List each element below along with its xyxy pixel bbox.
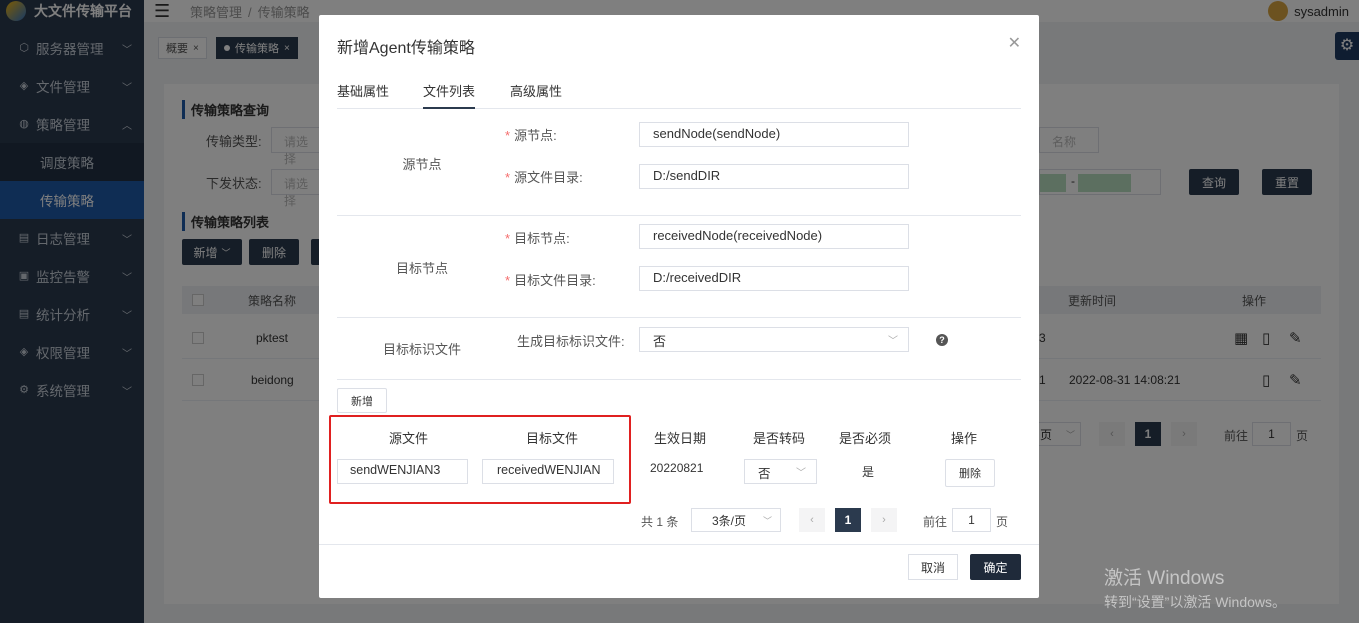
target-group: 目标节点 * 目标节点: receivedNode(receivedNode) *… bbox=[337, 216, 1021, 318]
gen-flag-label: 生成目标标识文件: bbox=[517, 334, 625, 349]
chevron-down-icon: ﹀ bbox=[796, 468, 806, 479]
goto-input[interactable]: 1 bbox=[952, 508, 991, 532]
target-node-label: * 目标节点: bbox=[505, 231, 570, 246]
dialog-title: 新增Agent传输策略 bbox=[337, 40, 475, 57]
page-size-value: 3条/页 bbox=[712, 513, 747, 528]
col-required: 是否必须 bbox=[839, 431, 892, 446]
delete-row-button[interactable]: 删除 bbox=[945, 459, 995, 487]
source-dir-input[interactable]: D:/sendDIR bbox=[639, 164, 909, 189]
source-group: 源节点 * 源节点: sendNode(sendNode) * 源文件目录: D:/… bbox=[337, 109, 1021, 216]
col-effective-date: 生效日期 bbox=[654, 431, 707, 446]
watermark-line2: 转到“设置”以激活 Windows。 bbox=[1104, 594, 1287, 610]
dialog-footer-divider bbox=[319, 544, 1039, 545]
tab-advanced[interactable]: 高级属性 bbox=[510, 81, 562, 109]
target-dir-label: * 目标文件目录: bbox=[505, 273, 596, 288]
chevron-down-icon: ﹀ bbox=[762, 515, 772, 526]
target-group-label: 目标节点 bbox=[395, 261, 448, 276]
add-policy-dialog: 新增Agent传输策略 ✕ 基础属性 文件列表 高级属性 源节点 * 源节点: s… bbox=[319, 15, 1039, 598]
target-node-select[interactable]: receivedNode(receivedNode) bbox=[639, 224, 909, 249]
effective-date: 20220821 bbox=[650, 461, 704, 475]
close-icon[interactable]: ✕ bbox=[1008, 33, 1021, 53]
highlight-annotation-box bbox=[329, 415, 631, 504]
col-ops: 操作 bbox=[951, 431, 978, 446]
goto-label: 前往 bbox=[923, 515, 948, 529]
target-dir-input[interactable]: D:/receivedDIR bbox=[639, 266, 909, 291]
page-unit: 页 bbox=[996, 515, 1009, 529]
flag-group: 目标标识文件 生成目标标识文件: 否 ﹀ ? bbox=[337, 318, 1021, 380]
page-size-select[interactable]: 3条/页 ﹀ bbox=[691, 508, 781, 532]
source-node-select[interactable]: sendNode(sendNode) bbox=[639, 122, 909, 147]
confirm-button[interactable]: 确定 bbox=[970, 554, 1021, 580]
total-count: 共 1 条 bbox=[641, 515, 679, 529]
source-dir-label: * 源文件目录: bbox=[505, 170, 583, 185]
prev-page-button[interactable]: ‹ bbox=[799, 508, 825, 532]
gen-flag-select[interactable]: 否 ﹀ bbox=[639, 327, 909, 352]
tab-basic[interactable]: 基础属性 bbox=[337, 81, 389, 109]
transcode-select[interactable]: 否 ﹀ bbox=[744, 459, 817, 484]
add-file-button[interactable]: 新增 bbox=[337, 388, 387, 413]
next-page-button[interactable]: › bbox=[871, 508, 897, 532]
tab-file-list[interactable]: 文件列表 bbox=[423, 81, 476, 109]
page-number[interactable]: 1 bbox=[835, 508, 861, 532]
dialog-tabs: 基础属性 文件列表 高级属性 bbox=[337, 81, 1021, 109]
source-group-label: 源节点 bbox=[402, 157, 442, 172]
chevron-down-icon: ﹀ bbox=[888, 336, 898, 347]
col-transcode: 是否转码 bbox=[753, 431, 806, 446]
cancel-button[interactable]: 取消 bbox=[908, 554, 958, 580]
required-value: 是 bbox=[862, 465, 875, 479]
windows-activation-watermark: 激活 Windows 转到“设置”以激活 Windows。 bbox=[1104, 563, 1286, 612]
source-node-label: * 源节点: bbox=[505, 128, 557, 143]
transcode-value: 否 bbox=[758, 467, 771, 481]
gen-flag-value: 否 bbox=[653, 334, 667, 349]
help-icon[interactable]: ? bbox=[936, 334, 948, 346]
watermark-line1: 激活 Windows bbox=[1104, 568, 1225, 589]
flag-group-label: 目标标识文件 bbox=[382, 342, 461, 357]
